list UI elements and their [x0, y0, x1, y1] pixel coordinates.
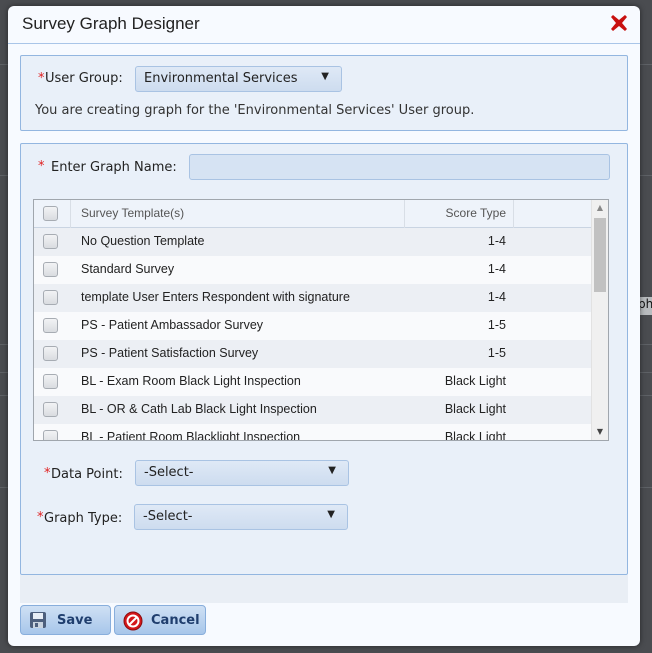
close-button[interactable]	[610, 14, 628, 32]
graph-type-label: Graph Type:	[44, 511, 123, 526]
graph-name-required-mark: *	[38, 159, 45, 174]
row-checkbox[interactable]	[43, 374, 58, 389]
table-row[interactable]: PS - Patient Satisfaction Survey 1-5	[34, 340, 592, 368]
template-name: PS - Patient Ambassador Survey	[81, 318, 264, 332]
data-point-required-mark: *	[44, 466, 51, 481]
score-type: 1-4	[487, 290, 506, 304]
template-name: PS - Patient Satisfaction Survey	[81, 346, 259, 360]
template-name: No Question Template	[81, 234, 205, 248]
column-separator	[404, 200, 405, 228]
graph-name-label: Enter Graph Name:	[51, 160, 177, 175]
close-x-icon	[611, 15, 627, 31]
template-name: BL - Exam Room Black Light Inspection	[81, 374, 301, 388]
score-type: 1-4	[487, 234, 506, 248]
data-point-selected-value: -Select-	[144, 465, 194, 480]
column-separator	[513, 200, 514, 228]
survey-graph-designer-dialog: Survey Graph Designer * User Group: Envi…	[8, 6, 640, 646]
column-header-score-type[interactable]: Score Type	[446, 206, 506, 220]
graph-form-panel: * Enter Graph Name: Survey Template(s) S…	[20, 143, 628, 575]
chevron-down-icon: ▼	[321, 71, 329, 82]
cancel-prohibited-icon	[123, 611, 143, 631]
graph-name-input[interactable]	[189, 154, 610, 180]
grid-header: Survey Template(s) Score Type	[34, 200, 592, 228]
row-checkbox[interactable]	[43, 346, 58, 361]
table-row[interactable]: BL - Exam Room Black Light Inspection Bl…	[34, 368, 592, 396]
save-button-label: Save	[57, 612, 93, 628]
score-type: Black Light	[444, 430, 506, 441]
row-checkbox[interactable]	[43, 318, 58, 333]
chevron-down-icon: ▼	[328, 465, 336, 476]
select-all-checkbox[interactable]	[43, 206, 58, 221]
user-group-selected-value: Environmental Services	[144, 71, 298, 86]
row-checkbox[interactable]	[43, 290, 58, 305]
graph-type-selected-value: -Select-	[143, 509, 193, 524]
row-checkbox[interactable]	[43, 402, 58, 417]
score-type: Black Light	[444, 402, 506, 416]
table-row[interactable]: No Question Template 1-4	[34, 228, 592, 256]
score-type: 1-5	[487, 346, 506, 360]
scroll-up-arrow-icon[interactable]: ▲	[592, 200, 608, 216]
graph-type-select[interactable]: -Select- ▼	[134, 504, 348, 530]
save-button[interactable]: Save	[20, 605, 111, 635]
row-checkbox[interactable]	[43, 234, 58, 249]
data-point-label: Data Point:	[51, 467, 123, 482]
table-row[interactable]: PS - Patient Ambassador Survey 1-5	[34, 312, 592, 340]
score-type: Black Light	[444, 374, 506, 388]
cancel-button[interactable]: Cancel	[114, 605, 206, 635]
floppy-disk-icon	[29, 611, 47, 629]
user-group-panel: * User Group: Environmental Services ▼ Y…	[20, 55, 628, 131]
table-row[interactable]: BL - Patient Room Blacklight Inspection …	[34, 424, 592, 441]
row-checkbox[interactable]	[43, 430, 58, 440]
dialog-title: Survey Graph Designer	[22, 14, 200, 33]
survey-template-grid: Survey Template(s) Score Type No Questio…	[33, 199, 609, 441]
score-type: 1-4	[487, 262, 506, 276]
grid-scrollbar[interactable]: ▲ ▼	[591, 200, 608, 440]
scroll-thumb[interactable]	[594, 218, 606, 292]
dialog-header: Survey Graph Designer	[8, 6, 640, 44]
cancel-button-label: Cancel	[151, 612, 200, 628]
table-row[interactable]: Standard Survey 1-4	[34, 256, 592, 284]
dialog-footer	[20, 575, 628, 603]
chevron-down-icon: ▼	[327, 509, 335, 520]
user-group-info-text: You are creating graph for the 'Environm…	[35, 103, 475, 118]
row-checkbox[interactable]	[43, 262, 58, 277]
column-header-survey-templates[interactable]: Survey Template(s)	[81, 206, 184, 220]
background-text: ph	[638, 297, 652, 315]
scroll-down-arrow-icon[interactable]: ▼	[592, 424, 608, 440]
template-name: BL - OR & Cath Lab Black Light Inspectio…	[81, 402, 317, 416]
user-group-required-mark: *	[38, 71, 45, 86]
user-group-select[interactable]: Environmental Services ▼	[135, 66, 342, 92]
data-point-select[interactable]: -Select- ▼	[135, 460, 349, 486]
column-separator	[70, 200, 71, 228]
score-type: 1-5	[487, 318, 506, 332]
template-name: BL - Patient Room Blacklight Inspection	[81, 430, 301, 441]
graph-type-required-mark: *	[37, 510, 44, 525]
table-row[interactable]: BL - OR & Cath Lab Black Light Inspectio…	[34, 396, 592, 424]
user-group-label: User Group:	[45, 71, 123, 86]
template-name: Standard Survey	[81, 262, 175, 276]
table-row[interactable]: template User Enters Respondent with sig…	[34, 284, 592, 312]
template-name: template User Enters Respondent with sig…	[81, 290, 350, 304]
